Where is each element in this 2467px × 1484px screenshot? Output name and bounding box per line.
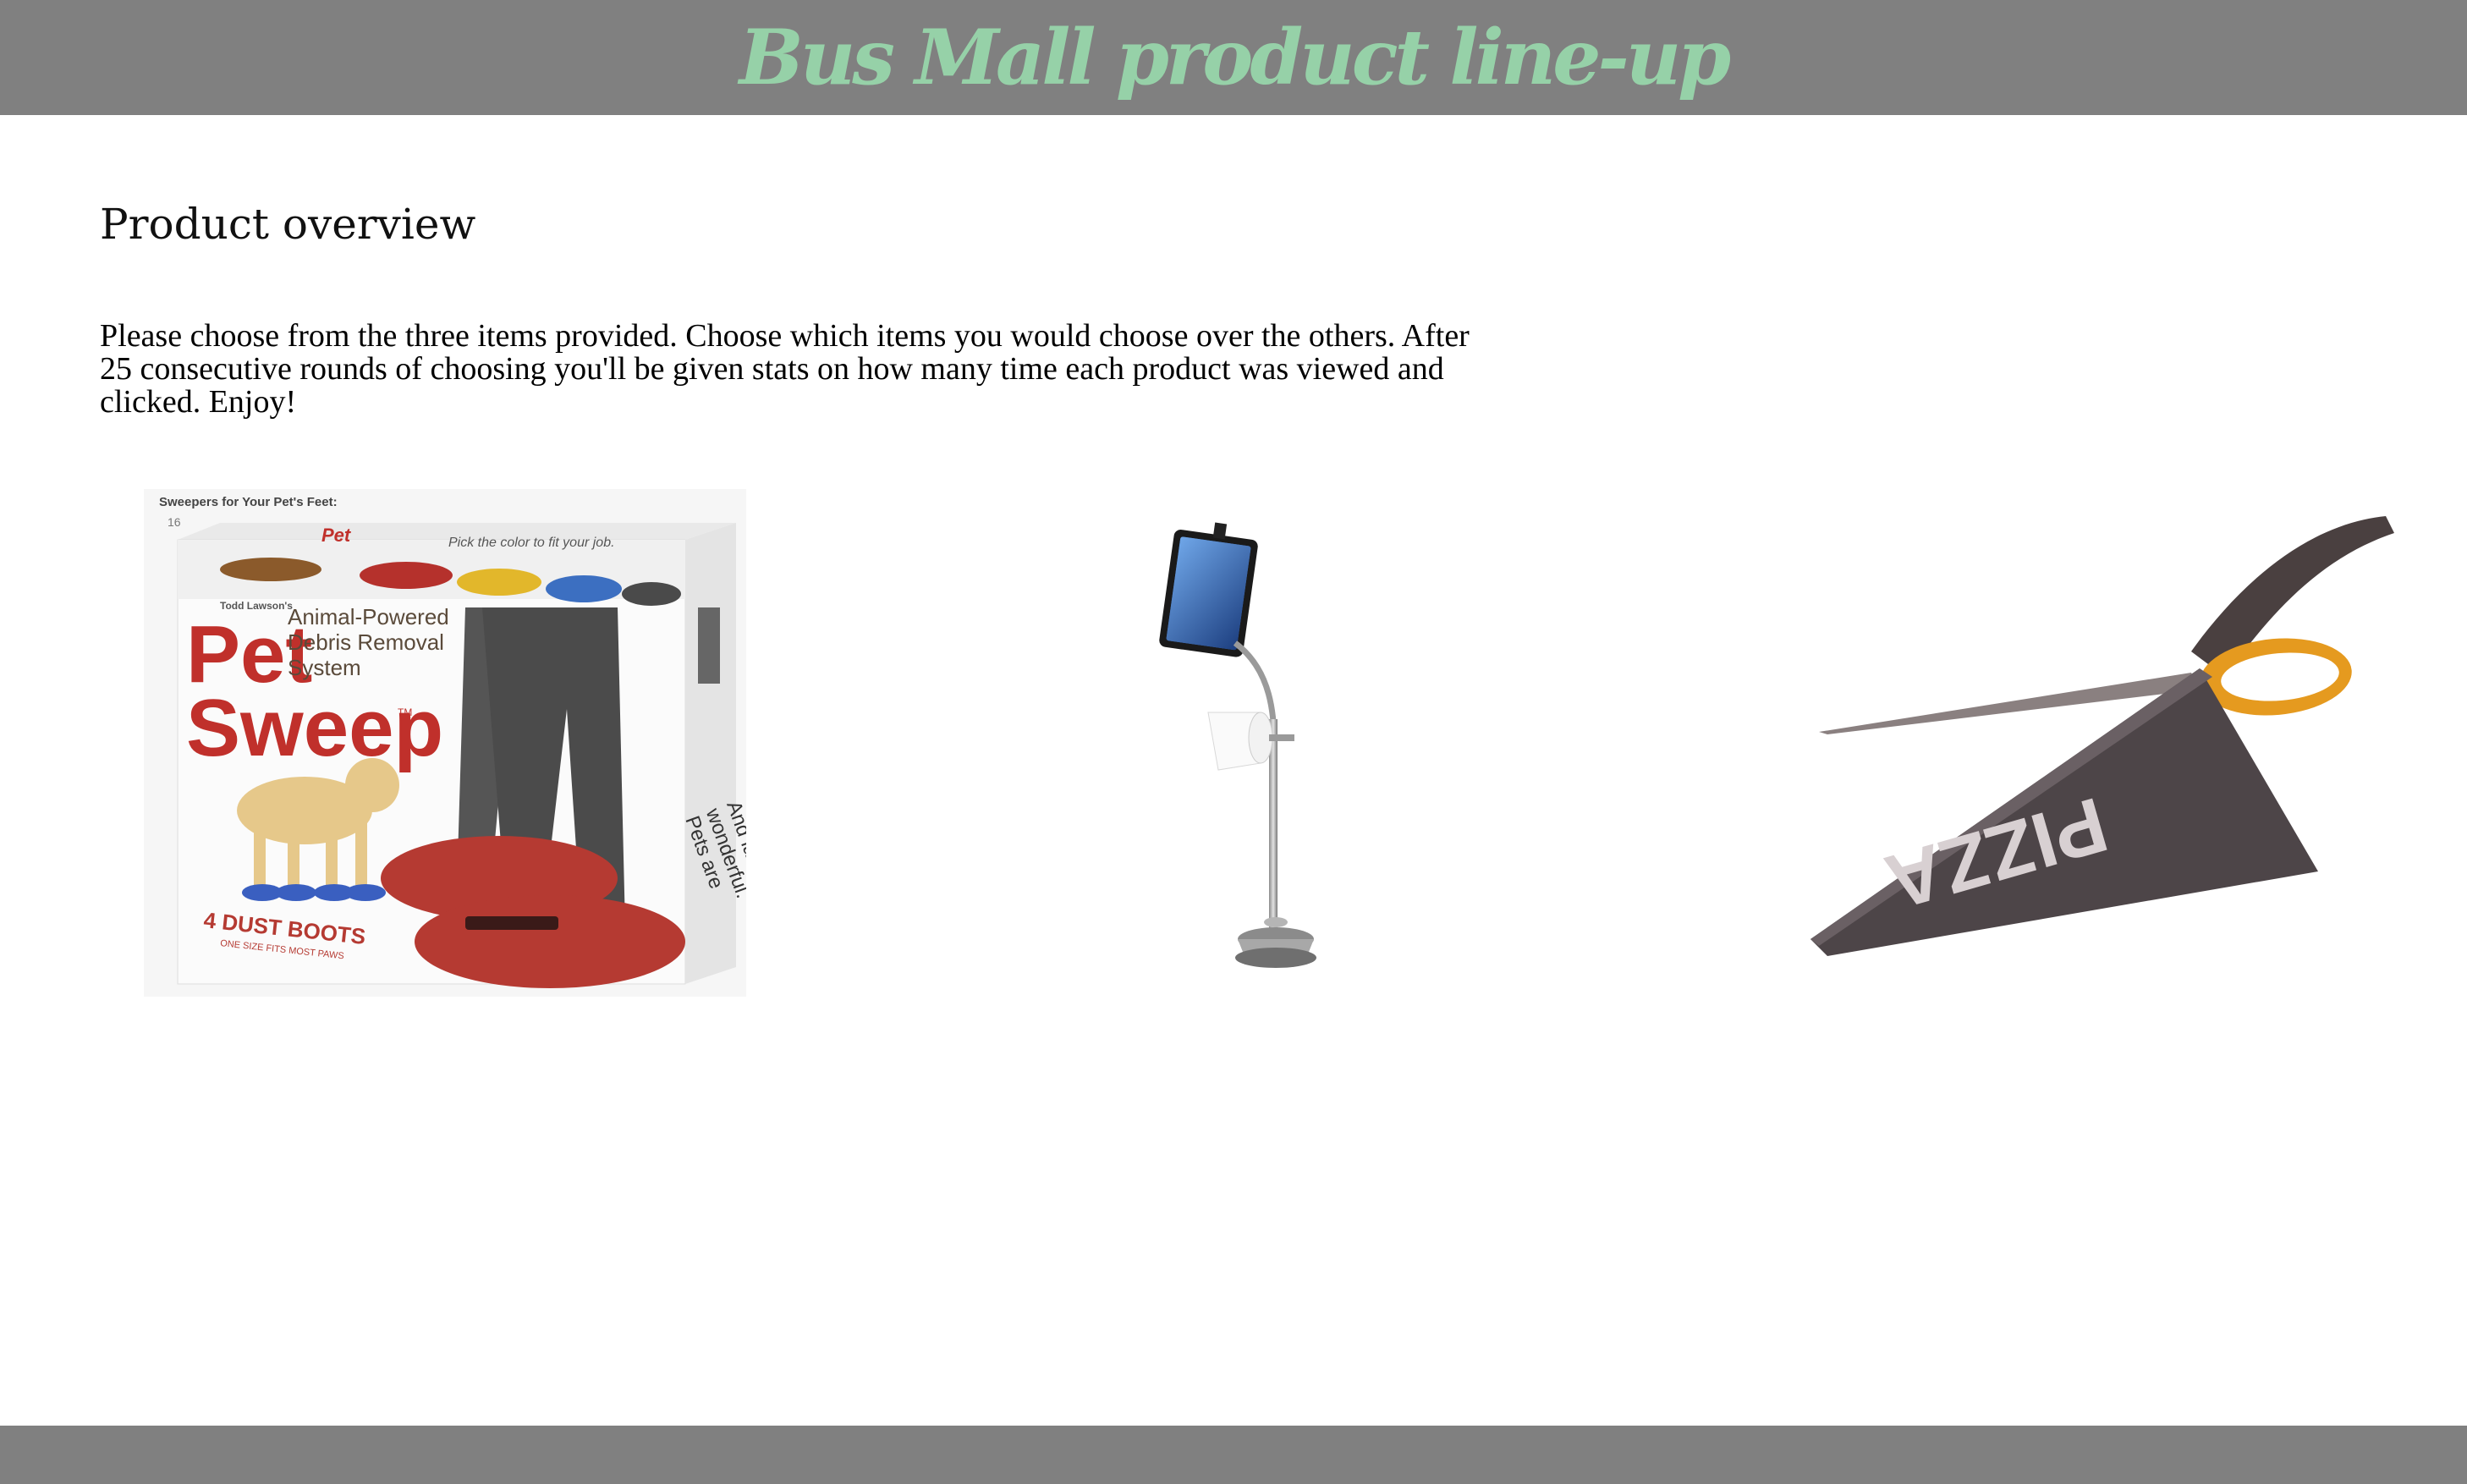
pet-sweep-box-image: Sweepers for Your Pet's Feet: 16 Pet Pic… <box>144 489 746 997</box>
section-heading: Product overview <box>100 200 476 249</box>
box-caption: Sweepers for Your Pet's Feet: <box>159 495 338 509</box>
instructions-text: Please choose from the three items provi… <box>100 318 1470 420</box>
site-title: Bus Mall product line-up <box>739 13 1731 102</box>
trademark: TM <box>398 706 412 718</box>
brand-line-2: Sweep <box>186 683 443 773</box>
product-image-pet-sweep[interactable]: Sweepers for Your Pet's Feet: 16 Pet Pic… <box>144 489 746 997</box>
tagline-line-1: Animal-Powered <box>288 604 449 629</box>
tagline-line-2: Debris Removal <box>288 629 444 655</box>
pizza-scissors-image: PIZZA <box>1810 516 2394 956</box>
site-footer <box>0 1426 2467 1484</box>
ipad-toilet-paper-stand-image <box>1159 522 1316 968</box>
product-image-ipad-stand[interactable] <box>1151 516 1354 973</box>
banner-brand: Pet <box>321 525 352 546</box>
box-number: 16 <box>168 515 181 529</box>
banner-tagline: Pick the color to fit your job. <box>448 536 615 550</box>
tagline-line-3: System <box>288 655 361 680</box>
product-image-pizza-scissors[interactable]: PIZZA <box>1794 508 2403 965</box>
site-header: Bus Mall product line-up <box>0 0 2467 115</box>
